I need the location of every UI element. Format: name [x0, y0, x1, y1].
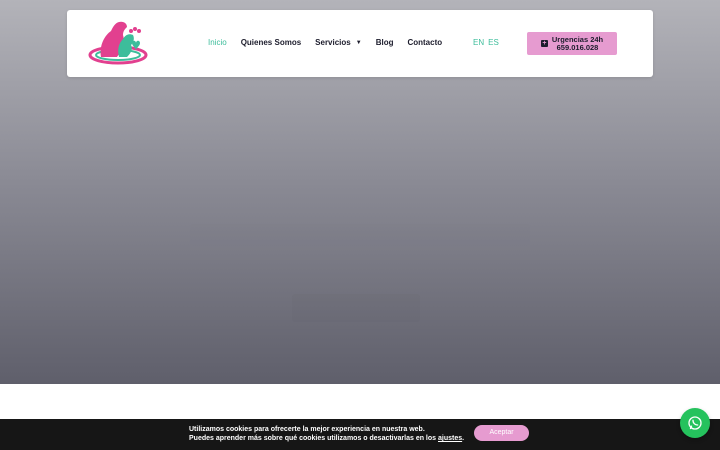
nav-item-contacto[interactable]: Contacto — [407, 38, 442, 47]
cookie-bar: Utilizamos cookies para ofrecerte la mej… — [0, 419, 720, 450]
lang-en-link[interactable]: EN — [473, 38, 484, 47]
cookie-settings-link[interactable]: ajustes — [438, 435, 462, 442]
whatsapp-icon[interactable] — [680, 408, 710, 438]
cookie-line-2-end: . — [462, 435, 465, 442]
nav-item-label: Blog — [375, 38, 394, 47]
chevron-down-icon: ▼ — [355, 39, 362, 46]
hero-button-placeholder — [292, 294, 420, 322]
vet-clinic-logo-icon[interactable] — [87, 17, 149, 67]
accept-cookies-button[interactable]: Aceptar — [474, 425, 529, 441]
urgent-phone: 659.016.028 — [556, 42, 599, 52]
cookie-message: Utilizamos cookies para ofrecerte la mej… — [189, 425, 464, 443]
main-nav: Inicio Quienes Somos Servicios ▼ Blog Co… — [208, 38, 456, 47]
nav-item-blog[interactable]: Blog — [376, 38, 394, 47]
cookie-line-1: Utilizamos cookies para ofrecerte la mej… — [189, 426, 425, 433]
hero-title-placeholder — [190, 224, 530, 246]
cookie-line-2-text: Puedes aprender más sobre qué cookies ut… — [189, 435, 438, 442]
lang-es-link[interactable]: ES — [488, 38, 499, 47]
nav-item-label: Servicios — [315, 38, 351, 47]
site-header: Inicio Quienes Somos Servicios ▼ Blog Co… — [67, 10, 653, 77]
nav-item-servicios[interactable]: Servicios ▼ — [315, 38, 362, 47]
emergency-call-button[interactable]: + Urgencias 24h 659.016.028 — [527, 32, 617, 55]
nav-item-label: Contacto — [407, 38, 443, 47]
nav-item-label: Quienes Somos — [240, 38, 302, 47]
nav-item-quienes-somos[interactable]: Quienes Somos — [241, 38, 301, 47]
nav-item-label: Inicio — [208, 38, 227, 47]
nav-item-inicio[interactable]: Inicio — [208, 38, 227, 47]
cookie-line-2: Puedes aprender más sobre qué cookies ut… — [189, 434, 464, 443]
plus-square-icon: + — [540, 40, 548, 47]
language-switcher: EN ES — [473, 38, 503, 47]
